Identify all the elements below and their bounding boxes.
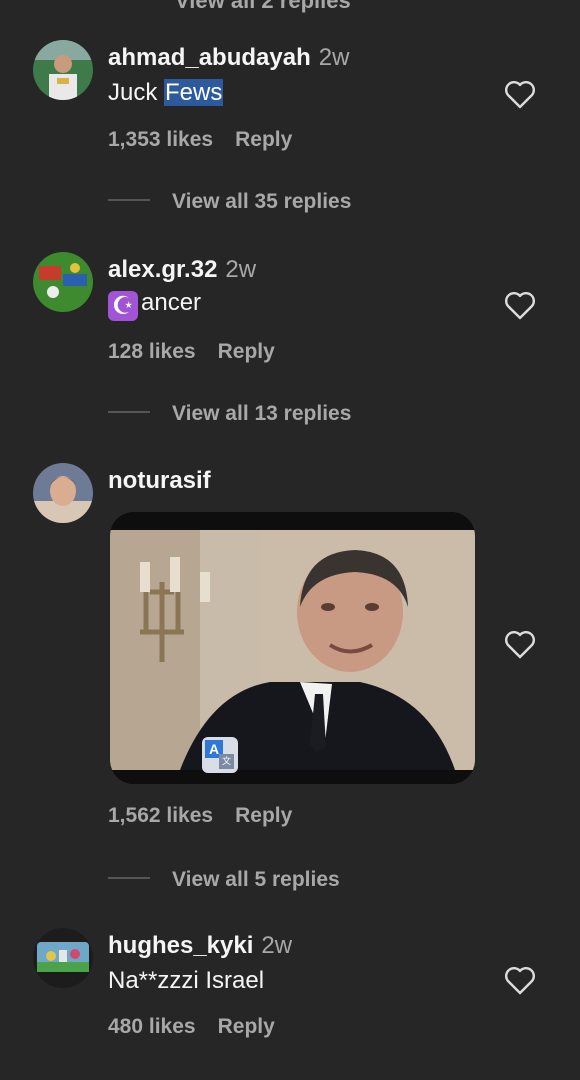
view-replies-button[interactable]: View all 13 replies <box>108 402 351 426</box>
reply-button[interactable]: Reply <box>235 128 292 151</box>
translate-glyph: 文 <box>219 754 234 769</box>
likes-count[interactable]: 480 likes <box>108 1015 196 1038</box>
heart-icon[interactable] <box>503 78 537 110</box>
selected-text: Fews <box>164 79 224 106</box>
likes-count[interactable]: 128 likes <box>108 340 196 363</box>
gif-media[interactable] <box>110 512 475 784</box>
heart-icon[interactable] <box>503 964 537 996</box>
reply-button[interactable]: Reply <box>218 1015 275 1038</box>
heart-icon[interactable] <box>503 289 537 321</box>
username[interactable]: hughes_kyki 2w <box>108 932 292 960</box>
timestamp: 2w <box>261 932 293 959</box>
likes-count[interactable]: 1,353 likes <box>108 128 213 151</box>
reply-button[interactable]: Reply <box>218 340 275 363</box>
avatar[interactable] <box>33 928 93 988</box>
username[interactable]: alex.gr.32 2w <box>108 256 256 284</box>
divider <box>108 877 150 880</box>
heart-icon[interactable] <box>503 628 537 660</box>
likes-count[interactable]: 1,562 likes <box>108 804 213 827</box>
username[interactable]: noturasif <box>108 467 211 495</box>
comment-text: ☪ ancer <box>108 289 201 321</box>
reply-button[interactable]: Reply <box>235 804 292 827</box>
star-and-crescent-icon: ☪ <box>108 291 138 321</box>
username[interactable]: ahmad_abudayah 2w <box>108 44 349 72</box>
timestamp: 2w <box>225 256 257 283</box>
avatar[interactable] <box>33 463 93 523</box>
view-replies-button[interactable]: View all 35 replies <box>108 190 351 214</box>
translate-icon[interactable]: A 文 <box>202 737 238 773</box>
divider <box>108 199 150 202</box>
comment-text: Na**zzzi Israel <box>108 967 265 994</box>
timestamp: 2w <box>318 44 350 71</box>
view-replies-partial[interactable]: View all 2 replies <box>175 0 351 14</box>
comment-text: Juck Fews <box>108 79 224 106</box>
avatar[interactable] <box>33 40 93 100</box>
avatar[interactable] <box>33 252 93 312</box>
view-replies-button[interactable]: View all 5 replies <box>108 868 340 892</box>
divider <box>108 411 150 414</box>
